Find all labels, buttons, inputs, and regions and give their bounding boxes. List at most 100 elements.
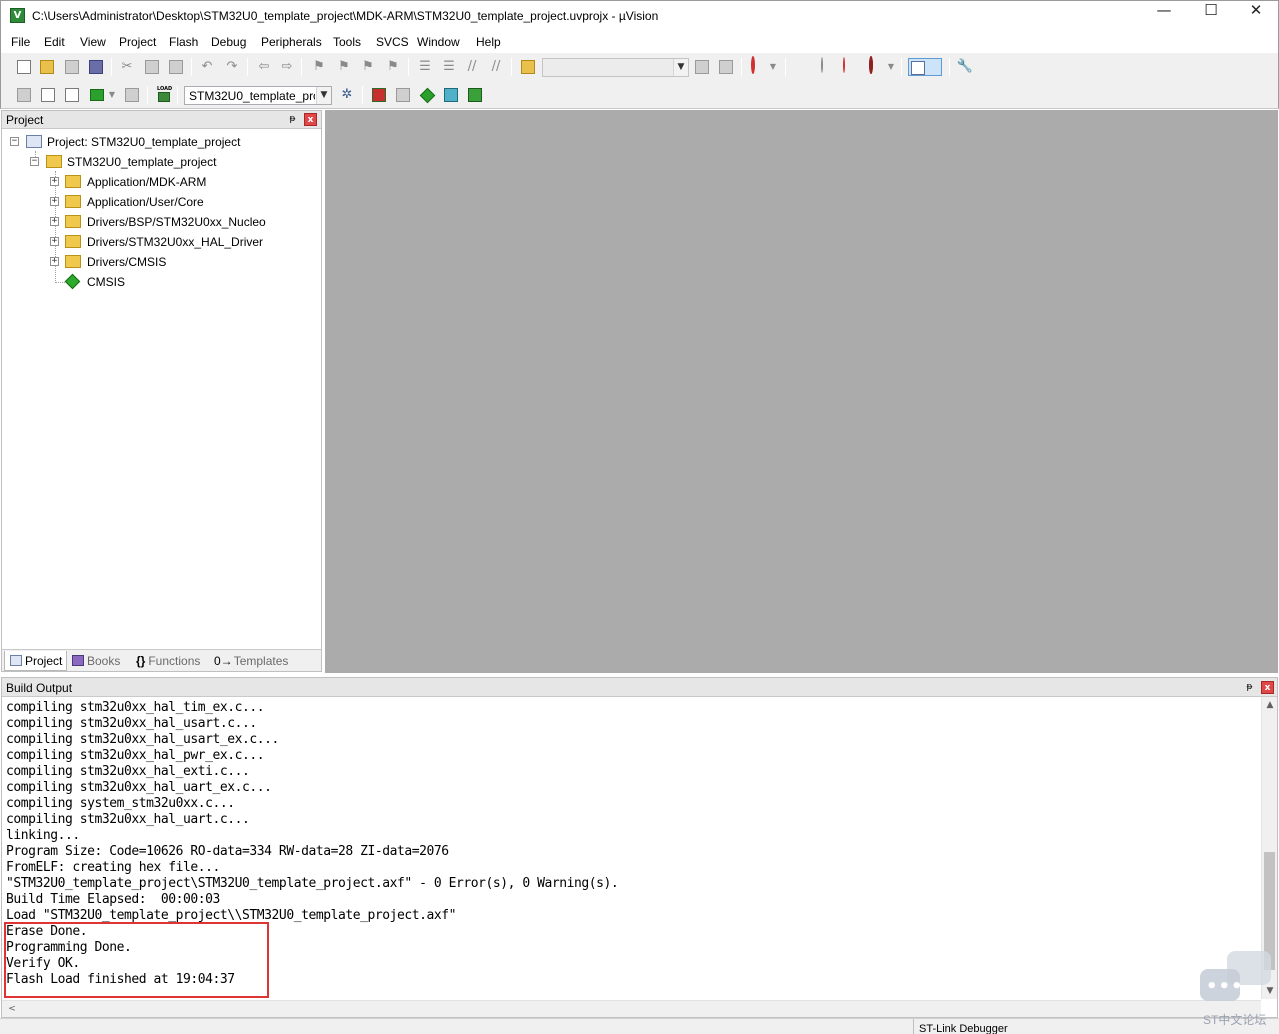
tree-group-application-user-core[interactable]: + Application/User/Core xyxy=(2,193,321,213)
tab-templates[interactable]: 0→Templates xyxy=(214,651,292,671)
manage-project-items-button[interactable] xyxy=(370,86,388,104)
close-panel-button[interactable]: x xyxy=(304,113,317,126)
tab-project[interactable]: Project xyxy=(4,651,67,671)
tree-group-application-mdk-arm[interactable]: + Application/MDK-ARM xyxy=(2,173,321,193)
menu-edit[interactable]: Edit xyxy=(44,35,65,49)
manage-run-time-environment-button[interactable] xyxy=(418,86,436,104)
tree-root-project[interactable]: − Project: STM32U0_template_project xyxy=(2,133,321,153)
folder-icon xyxy=(65,255,81,268)
expand-icon[interactable]: + xyxy=(50,237,59,246)
minimize-button[interactable]: — xyxy=(1141,1,1187,31)
stop-build-button[interactable] xyxy=(123,86,141,104)
comment-button[interactable]: // xyxy=(463,58,481,76)
menu-tools[interactable]: Tools xyxy=(333,35,361,49)
collapse-icon[interactable]: − xyxy=(30,157,39,166)
tree-group-drivers-cmsis[interactable]: + Drivers/CMSIS xyxy=(2,253,321,273)
open-file-button[interactable] xyxy=(38,58,56,76)
redo-button[interactable]: ↷ xyxy=(223,58,241,76)
target-options-button[interactable]: ✲ xyxy=(338,86,356,104)
debug-session-dropdown[interactable]: ▼ xyxy=(768,58,778,76)
tree-component-cmsis[interactable]: CMSIS xyxy=(2,273,321,293)
close-window-button[interactable]: ✕ xyxy=(1233,1,1279,31)
toolbar-separator xyxy=(301,58,302,76)
expand-icon[interactable]: + xyxy=(50,177,59,186)
build-line: compiling stm32u0xx_hal_usart_ex.c... xyxy=(6,732,279,747)
build-line: compiling stm32u0xx_hal_tim_ex.c... xyxy=(6,700,265,715)
tab-books[interactable]: Books xyxy=(72,651,130,671)
indent-button[interactable]: ☰ xyxy=(416,58,434,76)
chevron-down-icon: ▼ xyxy=(108,90,116,99)
find-in-files-button[interactable] xyxy=(519,58,537,76)
unindent-icon: ☰ xyxy=(443,59,455,74)
tree-target[interactable]: − STM32U0_template_project xyxy=(2,153,321,173)
scroll-up-icon[interactable]: ▲ xyxy=(1262,697,1278,713)
pin-icon[interactable]: ᵽ xyxy=(1243,681,1256,694)
collapse-icon[interactable]: − xyxy=(10,137,19,146)
stop-build-icon xyxy=(125,88,139,102)
menu-window[interactable]: Window xyxy=(417,35,460,49)
menu-view[interactable]: View xyxy=(80,35,106,49)
debug-session-button[interactable] xyxy=(749,56,767,76)
cut-button[interactable]: ✂ xyxy=(118,58,136,76)
unindent-button[interactable]: ☰ xyxy=(440,58,458,76)
menu-file[interactable]: File xyxy=(11,35,30,49)
watermark-dots: ••• xyxy=(1206,976,1244,997)
clear-bookmarks-button[interactable]: ⚑ xyxy=(384,58,402,76)
save-button[interactable] xyxy=(63,58,81,76)
scroll-left-icon[interactable]: < xyxy=(4,1001,20,1017)
enable-breakpoint-button[interactable] xyxy=(817,57,835,76)
maximize-button[interactable]: ☐ xyxy=(1188,1,1234,31)
menu-flash[interactable]: Flash xyxy=(169,35,198,49)
build-button[interactable] xyxy=(39,86,57,104)
insert-breakpoint-button[interactable] xyxy=(793,58,811,76)
undo-button[interactable]: ↶ xyxy=(198,58,216,76)
copy-button[interactable] xyxy=(143,58,161,76)
bookmark-button[interactable]: ⚑ xyxy=(310,58,328,76)
uncomment-button[interactable]: // xyxy=(487,58,505,76)
scroll-down-icon[interactable]: ▼ xyxy=(1262,983,1278,999)
menu-svcs[interactable]: SVCS xyxy=(376,35,409,49)
select-software-packs-button[interactable] xyxy=(442,86,460,104)
navigate-forward-button[interactable]: ⇨ xyxy=(278,58,296,76)
tree-group-label: Drivers/CMSIS xyxy=(87,255,167,269)
menu-help[interactable]: Help xyxy=(476,35,501,49)
breakpoints-dropdown[interactable]: ▼ xyxy=(886,58,896,76)
save-all-button[interactable] xyxy=(87,58,105,76)
tree-group-drivers-hal[interactable]: + Drivers/STM32U0xx_HAL_Driver xyxy=(2,233,321,253)
navigate-back-button[interactable]: ⇦ xyxy=(255,58,273,76)
expand-icon[interactable]: + xyxy=(50,257,59,266)
rebuild-icon xyxy=(65,88,79,102)
next-bookmark-button[interactable]: ⚑ xyxy=(359,58,377,76)
tree-group-drivers-bsp[interactable]: + Drivers/BSP/STM32U0xx_Nucleo xyxy=(2,213,321,233)
batch-build-dropdown[interactable]: ▼ xyxy=(107,86,117,104)
menu-project[interactable]: Project xyxy=(119,35,156,49)
rebuild-button[interactable] xyxy=(63,86,81,104)
expand-icon[interactable]: + xyxy=(50,217,59,226)
target-select[interactable]: STM32U0_template_project ▼ xyxy=(184,86,332,105)
new-file-button[interactable] xyxy=(15,58,33,76)
incremental-find-button[interactable] xyxy=(717,58,735,76)
manage-multi-project-button[interactable] xyxy=(394,86,412,104)
close-panel-button[interactable]: x xyxy=(1261,681,1274,694)
configure-button[interactable]: 🔧 xyxy=(956,58,974,76)
translate-button[interactable] xyxy=(15,86,33,104)
pack-installer-button[interactable] xyxy=(466,86,484,104)
paste-button[interactable] xyxy=(167,58,185,76)
find-button[interactable] xyxy=(693,58,711,76)
expand-icon[interactable]: + xyxy=(50,197,59,206)
pin-icon[interactable]: ᵽ xyxy=(286,113,299,126)
paste-icon xyxy=(169,60,183,74)
disable-all-breakpoints-button[interactable] xyxy=(841,57,859,76)
kill-all-breakpoints-button[interactable] xyxy=(867,56,885,76)
prev-bookmark-button[interactable]: ⚑ xyxy=(335,58,353,76)
menu-debug[interactable]: Debug xyxy=(211,35,246,49)
window-layout-button[interactable] xyxy=(908,58,942,76)
menu-peripherals[interactable]: Peripherals xyxy=(261,35,322,49)
batch-build-button[interactable] xyxy=(88,86,106,104)
toolbar-separator xyxy=(511,58,512,76)
download-button[interactable]: LOAD xyxy=(155,86,173,104)
find-combobox[interactable]: ▼ xyxy=(542,58,689,77)
horizontal-scrollbar[interactable]: < xyxy=(2,1000,1261,1017)
tab-functions[interactable]: {} Functions xyxy=(136,651,208,671)
bookmark-flag-icon: ⚑ xyxy=(313,59,325,74)
